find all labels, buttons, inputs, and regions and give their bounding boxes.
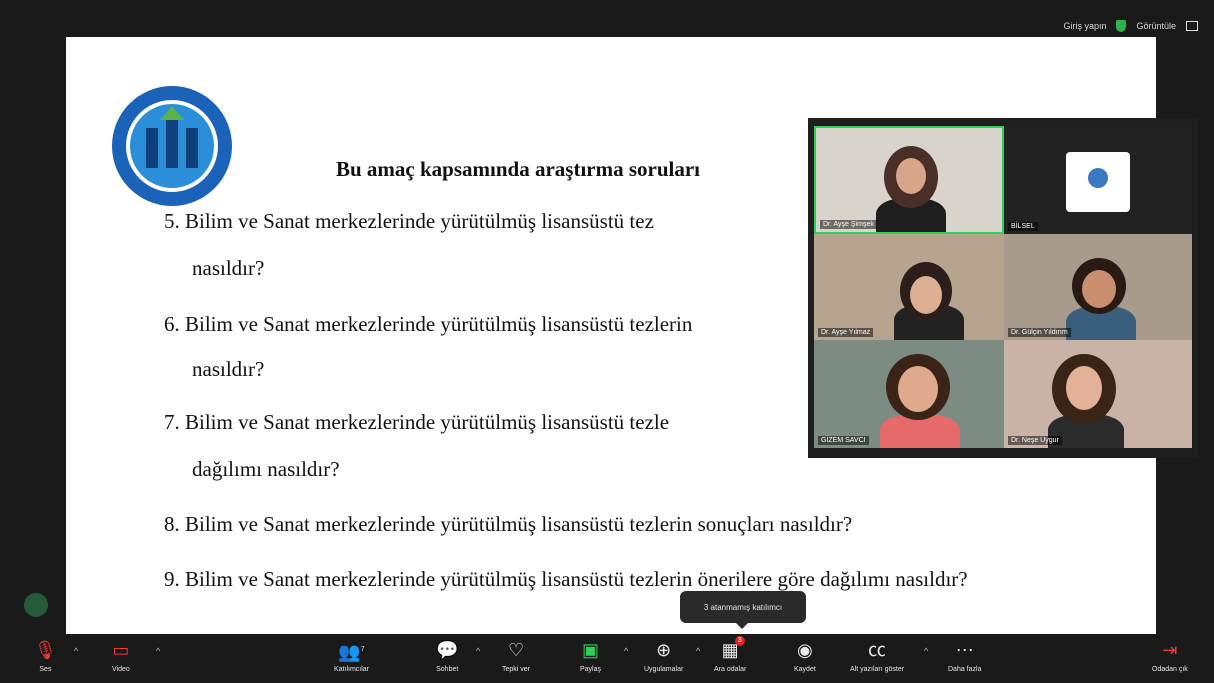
question-7-continuation: dağılımı nasıldır?: [192, 457, 340, 481]
question-5-continuation: nasıldır?: [192, 256, 265, 280]
participants-count: 7: [360, 646, 365, 653]
question-5: 5. Bilim ve Sanat merkezlerinde yürütülm…: [164, 209, 654, 233]
view-button[interactable]: Görüntüle: [1136, 21, 1176, 31]
share-screen-icon: ▣: [582, 640, 600, 660]
video-gallery[interactable]: Dr. Ayşe Şimşek BİLSEL Dr. Ayşe Yılmaz D…: [808, 118, 1198, 458]
share-button[interactable]: ▣ Paylaş: [580, 638, 601, 673]
university-logo: [112, 86, 232, 206]
muted-mic-icon: 🎙: [34, 640, 57, 660]
participant-tile[interactable]: Dr. Ayşe Şimşek: [814, 126, 1004, 234]
connection-status-icon[interactable]: [24, 593, 48, 617]
more-button[interactable]: ⋯ Daha fazla: [948, 638, 981, 673]
video-options-chevron-up-icon[interactable]: ^: [156, 646, 160, 656]
participant-tile[interactable]: Dr. Neşe Uygur: [1004, 340, 1192, 448]
captions-options-chevron-up-icon[interactable]: ^: [924, 646, 928, 656]
question-6: 6. Bilim ve Sanat merkezlerinde yürütülm…: [164, 312, 693, 336]
participant-name: BİLSEL: [1008, 222, 1038, 231]
leave-icon: ⇥: [1162, 640, 1178, 660]
breakout-rooms-icon: ▦ 3: [722, 636, 745, 664]
record-icon: ◉: [797, 640, 813, 660]
question-9: 9. Bilim ve Sanat merkezlerinde yürütülm…: [164, 567, 968, 591]
audio-options-chevron-up-icon[interactable]: ^: [74, 646, 78, 656]
video-button[interactable]: ▭ Video: [112, 638, 130, 673]
participant-tile[interactable]: Dr. Gülçin Yıldırım: [1004, 234, 1192, 340]
heart-icon: ♡: [507, 640, 525, 660]
participant-name: Dr. Gülçin Yıldırım: [1008, 328, 1071, 337]
participant-tile[interactable]: Dr. Ayşe Yılmaz: [814, 234, 1004, 340]
chat-button[interactable]: 💬 Sohbet: [436, 638, 458, 673]
apps-icon: ⊕: [656, 640, 672, 660]
more-icon: ⋯: [955, 640, 974, 660]
question-8: 8. Bilim ve Sanat merkezlerinde yürütülm…: [164, 512, 853, 536]
video-off-icon: ▭: [112, 640, 130, 660]
login-link[interactable]: Giriş yapın: [1063, 21, 1106, 31]
participant-name: Dr. Neşe Uygur: [1008, 436, 1062, 445]
chat-options-chevron-up-icon[interactable]: ^: [476, 646, 480, 656]
question-7: 7. Bilim ve Sanat merkezlerinde yürütülm…: [164, 410, 670, 434]
captions-button[interactable]: ㏄ Alt yazıları göster: [850, 638, 904, 673]
captions-icon: ㏄: [868, 640, 887, 660]
record-button[interactable]: ◉ Kaydet: [794, 638, 816, 673]
apps-button[interactable]: ⊕ Uygulamalar: [644, 638, 683, 673]
participant-name: Dr. Ayşe Yılmaz: [818, 328, 874, 337]
view-grid-icon[interactable]: [1186, 21, 1198, 31]
participants-button[interactable]: 👥7 Katılımcılar: [334, 638, 369, 673]
slide-title: Bu amaç kapsamında araştırma soruları: [336, 157, 701, 181]
share-options-chevron-up-icon[interactable]: ^: [624, 646, 628, 656]
participant-avatar: [1066, 152, 1130, 212]
participants-icon: 👥7: [338, 642, 365, 662]
chat-icon: 💬: [436, 640, 459, 660]
breakout-badge: 3: [734, 636, 745, 646]
reactions-button[interactable]: ♡ Tepki ver: [502, 638, 530, 673]
participant-name: GİZEM SAVCI: [818, 436, 869, 445]
question-6-continuation: nasıldır?: [192, 357, 265, 381]
participant-tile[interactable]: BİLSEL: [1004, 126, 1192, 234]
audio-button[interactable]: 🎙 Ses: [34, 638, 57, 673]
participant-tile[interactable]: GİZEM SAVCI: [814, 340, 1004, 448]
top-bar: Giriş yapın Görüntüle: [0, 0, 1214, 38]
breakout-tooltip: 3 atanmamış katılımcı: [680, 591, 806, 629]
participant-name: Dr. Ayşe Şimşek: [820, 220, 877, 229]
security-shield-icon[interactable]: [1116, 20, 1127, 32]
meeting-toolbar: 🎙 Ses ^ ▭ Video ^ 👥7 Katılımcılar 💬 Sohb…: [0, 634, 1214, 683]
breakout-rooms-button[interactable]: ▦ 3 Ara odalar: [714, 636, 746, 673]
leave-button[interactable]: ⇥ Odadan çık: [1152, 638, 1188, 673]
apps-options-chevron-up-icon[interactable]: ^: [696, 646, 700, 656]
